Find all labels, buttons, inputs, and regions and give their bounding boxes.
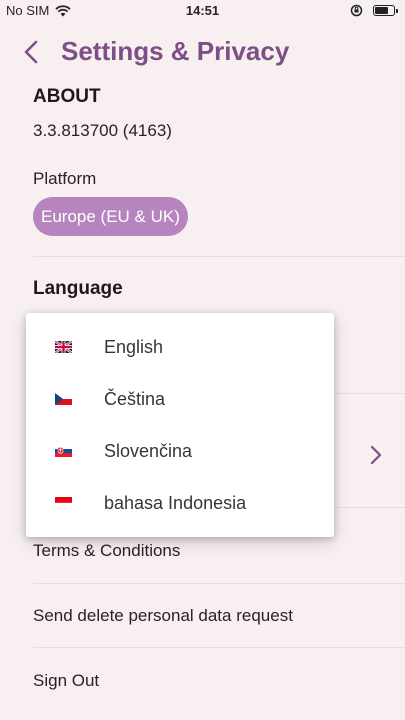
orientation-lock-icon	[350, 4, 363, 17]
slovak-flag-icon	[55, 445, 72, 457]
about-heading: ABOUT	[33, 86, 101, 107]
divider	[33, 647, 405, 648]
sign-out-button[interactable]: Sign Out	[33, 671, 99, 691]
clock: 14:51	[185, 3, 220, 18]
chevron-right-icon[interactable]	[369, 444, 383, 466]
language-option-label: bahasa Indonesia	[104, 493, 247, 513]
status-bar: No SIM 14:51	[0, 0, 405, 24]
language-heading: Language	[33, 278, 123, 299]
battery-icon	[373, 5, 398, 16]
language-dropdown: English Čeština Slovenčina bahasa Indone…	[26, 313, 334, 537]
delete-data-request-link[interactable]: Send delete personal data request	[33, 606, 293, 626]
app-version: 3.3.813700 (4163)	[33, 121, 172, 140]
language-option-label: Čeština	[104, 389, 166, 409]
app-header: Settings & Privacy	[0, 24, 405, 84]
indonesia-flag-icon	[55, 497, 72, 509]
language-option-label: Slovenčina	[104, 441, 193, 461]
terms-conditions-link[interactable]: Terms & Conditions	[33, 541, 180, 561]
language-option-slovak[interactable]: Slovenčina	[26, 427, 334, 479]
platform-chip-label: Europe (EU & UK)	[41, 206, 180, 226]
czech-flag-icon	[55, 393, 72, 405]
status-right	[350, 4, 398, 17]
platform-chip[interactable]: Europe (EU & UK)	[33, 197, 188, 236]
language-option-indonesian[interactable]: bahasa Indonesia	[26, 479, 334, 531]
uk-flag-icon	[55, 341, 72, 353]
platform-label: Platform	[33, 169, 97, 188]
divider	[33, 256, 405, 257]
divider	[33, 583, 405, 584]
language-option-label: English	[104, 337, 164, 357]
page-title: Settings & Privacy	[61, 36, 290, 66]
language-option-czech[interactable]: Čeština	[26, 375, 334, 427]
back-arrow-icon[interactable]	[20, 38, 44, 66]
language-option-english[interactable]: English	[26, 323, 334, 375]
